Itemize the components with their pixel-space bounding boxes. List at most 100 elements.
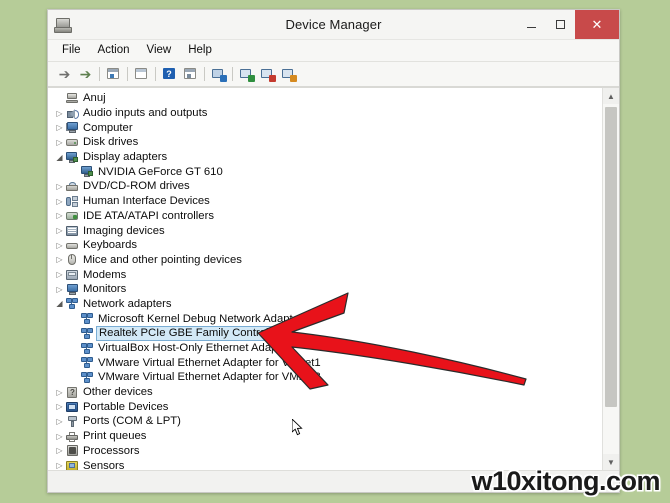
close-icon: ✕ <box>591 16 603 32</box>
expander-icon[interactable]: ▷ <box>54 254 65 265</box>
tree-item-vmware-virtual-ethernet-adapter-for-vmnet8[interactable]: VMware Virtual Ethernet Adapter for VMne… <box>48 370 602 385</box>
expander-icon[interactable]: ▷ <box>54 416 65 427</box>
expander-icon[interactable]: ▷ <box>54 431 65 442</box>
expander-icon[interactable]: ▷ <box>54 240 65 251</box>
expander-icon[interactable]: ▷ <box>54 196 65 207</box>
tree-item-label: VMware Virtual Ethernet Adapter for VMne… <box>98 371 321 384</box>
tree-item-microsoft-kernel-debug-network-adapter[interactable]: Microsoft Kernel Debug Network Adapter <box>48 311 602 326</box>
tree-item-label: Network adapters <box>83 297 172 310</box>
show-hidden-devices-button[interactable] <box>180 64 201 84</box>
tree-item-keyboards[interactable]: ▷ Keyboards <box>48 238 602 253</box>
tree-item-print-queues[interactable]: ▷ Print queues <box>48 429 602 444</box>
menu-file[interactable]: File <box>54 42 90 59</box>
arrow-left-icon: ➔ <box>58 66 71 82</box>
disable-device-icon <box>281 67 297 82</box>
tree-item-label: Monitors <box>83 283 127 296</box>
update-driver-icon <box>239 67 255 82</box>
content-area: Anuj ▷ Audio inputs and outputs ▷ Computer ▷… <box>48 87 619 470</box>
scrollbar-track[interactable] <box>603 104 619 454</box>
scrollbar-thumb[interactable] <box>605 107 617 407</box>
tree-item-label: Disk drives <box>83 136 139 149</box>
portable-device-icon <box>65 400 79 413</box>
tree-item-ports-com-lpt[interactable]: ▷ Ports (COM & LPT) <box>48 414 602 429</box>
tree-item-other-devices[interactable]: ▷? Other devices <box>48 385 602 400</box>
tree-item-label: Computer <box>83 121 133 134</box>
menu-help[interactable]: Help <box>180 42 221 59</box>
help-topics-button[interactable] <box>131 64 152 84</box>
expander-icon[interactable]: ▷ <box>54 269 65 280</box>
expander-icon[interactable]: ▷ <box>54 225 65 236</box>
tree-item-label: Keyboards <box>83 239 138 252</box>
title-bar[interactable]: Device Manager ✕ <box>48 10 619 40</box>
tree-item-realtek-pcie-gbe-family-controller[interactable]: Realtek PCIe GBE Family Controller <box>48 325 602 341</box>
tree-item-ide-ata-atapi-controllers[interactable]: ▷ IDE ATA/ATAPI controllers <box>48 209 602 224</box>
disk-drive-icon <box>65 136 79 149</box>
tree-item-processors[interactable]: ▷ Processors <box>48 444 602 459</box>
menu-view[interactable]: View <box>139 42 181 59</box>
ide-controller-icon <box>65 209 79 222</box>
tree-item-dvd-cd-rom-drives[interactable]: ▷ DVD/CD-ROM drives <box>48 179 602 194</box>
expander-icon[interactable]: ▷ <box>54 108 65 119</box>
menu-action[interactable]: Action <box>90 42 139 59</box>
tree-item-display-adapters[interactable]: ◢ Display adapters <box>48 150 602 165</box>
expander-icon[interactable]: ▷ <box>54 210 65 221</box>
computer-icon <box>65 121 79 134</box>
tree-item-label: Audio inputs and outputs <box>83 107 208 120</box>
forward-button[interactable]: ➔ <box>75 64 96 84</box>
scroll-up-button[interactable]: ▲ <box>603 88 619 104</box>
speaker-icon <box>65 107 79 120</box>
close-button[interactable]: ✕ <box>575 10 619 39</box>
tree-item-audio-inputs-and-outputs[interactable]: ▷ Audio inputs and outputs <box>48 106 602 121</box>
tree-item-mice-and-other-pointing-devices[interactable]: ▷ Mice and other pointing devices <box>48 253 602 268</box>
tree-item-network-adapters[interactable]: ◢ Network adapters <box>48 297 602 312</box>
tree-root-row[interactable]: Anuj <box>48 91 602 106</box>
expander-icon[interactable]: ▷ <box>54 445 65 456</box>
back-button[interactable]: ➔ <box>54 64 75 84</box>
scan-monitor-icon <box>211 67 227 82</box>
tree-item-virtualbox-host-only-ethernet-adapter[interactable]: VirtualBox Host-Only Ethernet Adapter <box>48 341 602 356</box>
tree-item-disk-drives[interactable]: ▷ Disk drives <box>48 135 602 150</box>
sensor-icon <box>65 459 79 470</box>
toolbar-separator <box>204 67 205 81</box>
tree-item-label: Human Interface Devices <box>83 195 210 208</box>
expander-icon[interactable]: ▷ <box>54 460 65 470</box>
tree-item-imaging-devices[interactable]: ▷ Imaging devices <box>48 223 602 238</box>
expander-icon[interactable]: ▷ <box>54 401 65 412</box>
display-adapter-icon <box>65 151 79 164</box>
help-button[interactable]: ? <box>159 64 180 84</box>
tree-item-portable-devices[interactable]: ▷ Portable Devices <box>48 399 602 414</box>
minimize-button[interactable] <box>517 10 546 39</box>
update-driver-button[interactable] <box>236 64 257 84</box>
tree-item-label: Print queues <box>83 430 147 443</box>
imaging-device-icon <box>65 224 79 237</box>
expander-icon[interactable]: ▷ <box>54 137 65 148</box>
expander-icon[interactable]: ▷ <box>54 181 65 192</box>
tree-item-monitors[interactable]: ▷ Monitors <box>48 282 602 297</box>
expander-icon[interactable]: ▷ <box>54 387 65 398</box>
expander-icon[interactable]: ◢ <box>54 298 65 309</box>
toolbar-separator <box>99 67 100 81</box>
device-tree[interactable]: Anuj ▷ Audio inputs and outputs ▷ Computer ▷… <box>48 88 602 470</box>
expander-icon[interactable]: ▷ <box>54 122 65 133</box>
network-adapter-icon <box>65 297 79 310</box>
tree-item-computer[interactable]: ▷ Computer <box>48 120 602 135</box>
tree-item-label: NVIDIA GeForce GT 610 <box>98 165 223 178</box>
expander-icon[interactable]: ▷ <box>54 284 65 295</box>
tree-item-human-interface-devices[interactable]: ▷ Human Interface Devices <box>48 194 602 209</box>
expander-icon[interactable]: ◢ <box>54 152 65 163</box>
tree-item-vmware-virtual-ethernet-adapter-for-vmnet1[interactable]: VMware Virtual Ethernet Adapter for VMne… <box>48 355 602 370</box>
menu-bar: File Action View Help <box>48 40 619 62</box>
properties-button[interactable] <box>103 64 124 84</box>
scan-hardware-changes-button[interactable] <box>208 64 229 84</box>
maximize-button[interactable] <box>546 10 575 39</box>
uninstall-device-button[interactable] <box>257 64 278 84</box>
vertical-scrollbar[interactable]: ▲ ▼ <box>602 88 619 470</box>
network-adapter-icon <box>80 371 94 384</box>
minimize-icon <box>527 26 536 28</box>
tree-item-modems[interactable]: ▷ Modems <box>48 267 602 282</box>
tree-item-nvidia-geforce-gt-610[interactable]: NVIDIA GeForce GT 610 <box>48 164 602 179</box>
tree-item-label: DVD/CD-ROM drives <box>83 180 190 193</box>
disable-device-button[interactable] <box>278 64 299 84</box>
tree-node-list: ▷ Audio inputs and outputs ▷ Computer ▷ Disk … <box>48 106 602 470</box>
tree-item-label: Ports (COM & LPT) <box>83 415 181 428</box>
